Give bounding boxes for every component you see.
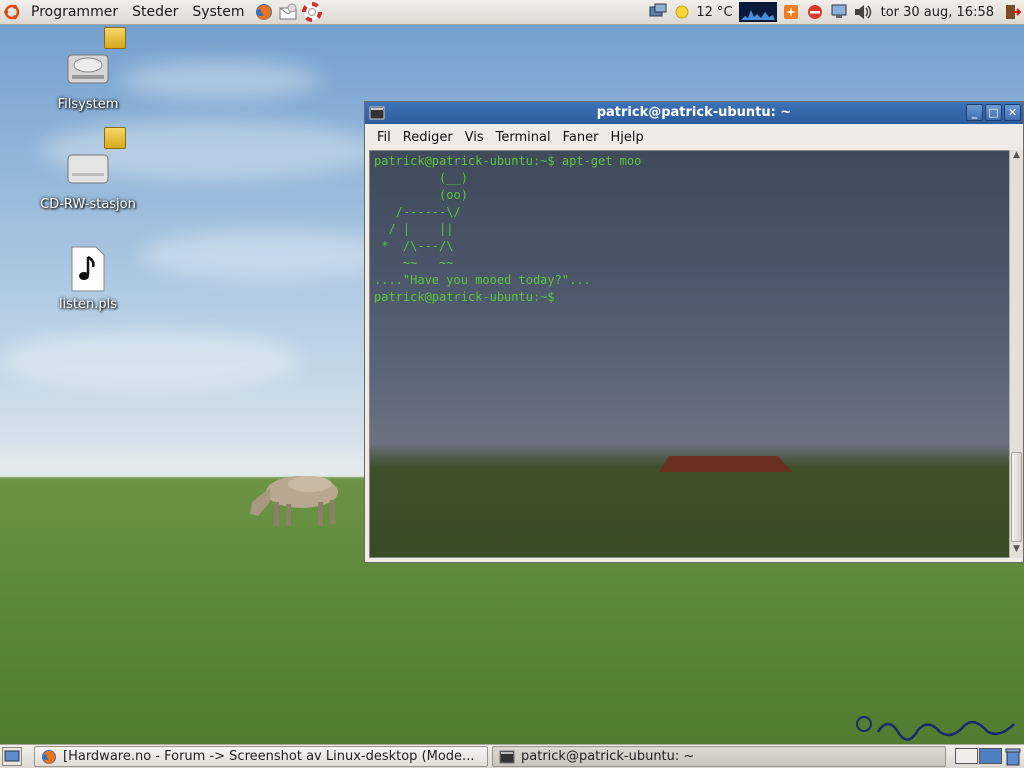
- firefox-icon: [41, 749, 57, 765]
- terminal-titlebar[interactable]: patrick@patrick-ubuntu: ~ _ □ ✕: [365, 102, 1023, 124]
- help-launcher-icon[interactable]: [301, 2, 322, 22]
- menu-places[interactable]: Steder: [125, 0, 185, 24]
- menu-terminal[interactable]: Terminal: [490, 130, 557, 145]
- show-desktop-button[interactable]: [2, 747, 22, 766]
- menu-file[interactable]: Fil: [371, 130, 397, 145]
- terminal-window[interactable]: patrick@patrick-ubuntu: ~ _ □ ✕ Fil Redi…: [364, 101, 1024, 563]
- scroll-down-arrow-icon[interactable]: ▼: [1010, 544, 1023, 558]
- system-monitor-icon[interactable]: [738, 2, 777, 22]
- menu-tabs[interactable]: Faner: [557, 130, 605, 145]
- workspace-switcher[interactable]: [954, 748, 1002, 765]
- update-notifier-icon[interactable]: [781, 2, 801, 22]
- taskbar-label: patrick@patrick-ubuntu: ~: [521, 749, 695, 764]
- menu-view[interactable]: Vis: [459, 130, 490, 145]
- terminal-output-area[interactable]: patrick@patrick-ubuntu:~$ apt-get moo (_…: [369, 150, 1011, 558]
- taskbar-label: [Hardware.no - Forum -> Screenshot av Li…: [63, 749, 475, 764]
- volume-icon[interactable]: [853, 2, 873, 22]
- audio-file-icon: [64, 245, 112, 293]
- desktop-icon-label: Filsystem: [57, 97, 119, 112]
- terminal-icon: [499, 750, 515, 764]
- desktop-icon-label: CD-RW-stasjon: [40, 197, 136, 212]
- close-button[interactable]: ✕: [1004, 104, 1021, 121]
- artist-signature: [856, 716, 1015, 741]
- mail-launcher-icon[interactable]: [278, 2, 298, 22]
- clock[interactable]: tor 30 aug, 16:58: [881, 5, 994, 20]
- taskbar-terminal-window[interactable]: patrick@patrick-ubuntu: ~: [492, 746, 946, 767]
- desktop-icon-playlist[interactable]: listen.pls: [38, 245, 138, 312]
- network-icon[interactable]: [648, 2, 668, 22]
- weather-sun-icon: [672, 2, 692, 22]
- menu-system[interactable]: System: [185, 0, 251, 24]
- trash-icon[interactable]: [1004, 747, 1022, 766]
- maximize-button[interactable]: □: [985, 104, 1002, 121]
- terminal-menubar: Fil Rediger Vis Terminal Faner Hjelp: [365, 124, 1023, 150]
- menu-applications[interactable]: Programmer: [24, 0, 125, 24]
- terminal-scrollbar[interactable]: ▲ ▼: [1009, 150, 1023, 558]
- minimize-button[interactable]: _: [966, 104, 983, 121]
- menu-edit[interactable]: Rediger: [397, 130, 459, 145]
- ubuntu-logo-icon[interactable]: [2, 2, 22, 22]
- lock-icon: [104, 127, 126, 149]
- desktop-icon-cd-drive[interactable]: CD-RW-stasjon: [38, 127, 138, 212]
- desktop-icon-filesystem[interactable]: Filsystem: [38, 27, 138, 112]
- scrollbar-thumb[interactable]: [1011, 452, 1022, 542]
- cow-image: [250, 476, 338, 526]
- bottom-panel: [Hardware.no - Forum -> Screenshot av Li…: [0, 744, 1024, 768]
- top-panel: Programmer Steder System 12 °C tor 30 au…: [0, 0, 1024, 25]
- workspace-1[interactable]: [955, 748, 978, 764]
- hard-drive-icon: [64, 27, 126, 93]
- terminal-title: patrick@patrick-ubuntu: ~: [596, 105, 792, 120]
- lock-icon: [104, 27, 126, 49]
- cd-drive-icon: [64, 127, 126, 193]
- terminal-text: patrick@patrick-ubuntu:~$ apt-get moo (_…: [374, 154, 642, 304]
- stop-sign-icon[interactable]: [805, 2, 825, 22]
- logout-icon[interactable]: [1002, 2, 1022, 22]
- scroll-up-arrow-icon[interactable]: ▲: [1010, 150, 1023, 164]
- taskbar-firefox-window[interactable]: [Hardware.no - Forum -> Screenshot av Li…: [34, 746, 488, 767]
- desktop-icon-label: listen.pls: [58, 297, 118, 312]
- firefox-launcher-icon[interactable]: [254, 2, 274, 22]
- menu-help[interactable]: Hjelp: [604, 130, 649, 145]
- barn-roof-image: [659, 456, 792, 472]
- workspace-2[interactable]: [979, 748, 1002, 764]
- system-tray: 12 °C tor 30 aug, 16:58: [646, 0, 1024, 24]
- weather-temperature[interactable]: 12 °C: [696, 5, 732, 20]
- display-icon[interactable]: [829, 2, 849, 22]
